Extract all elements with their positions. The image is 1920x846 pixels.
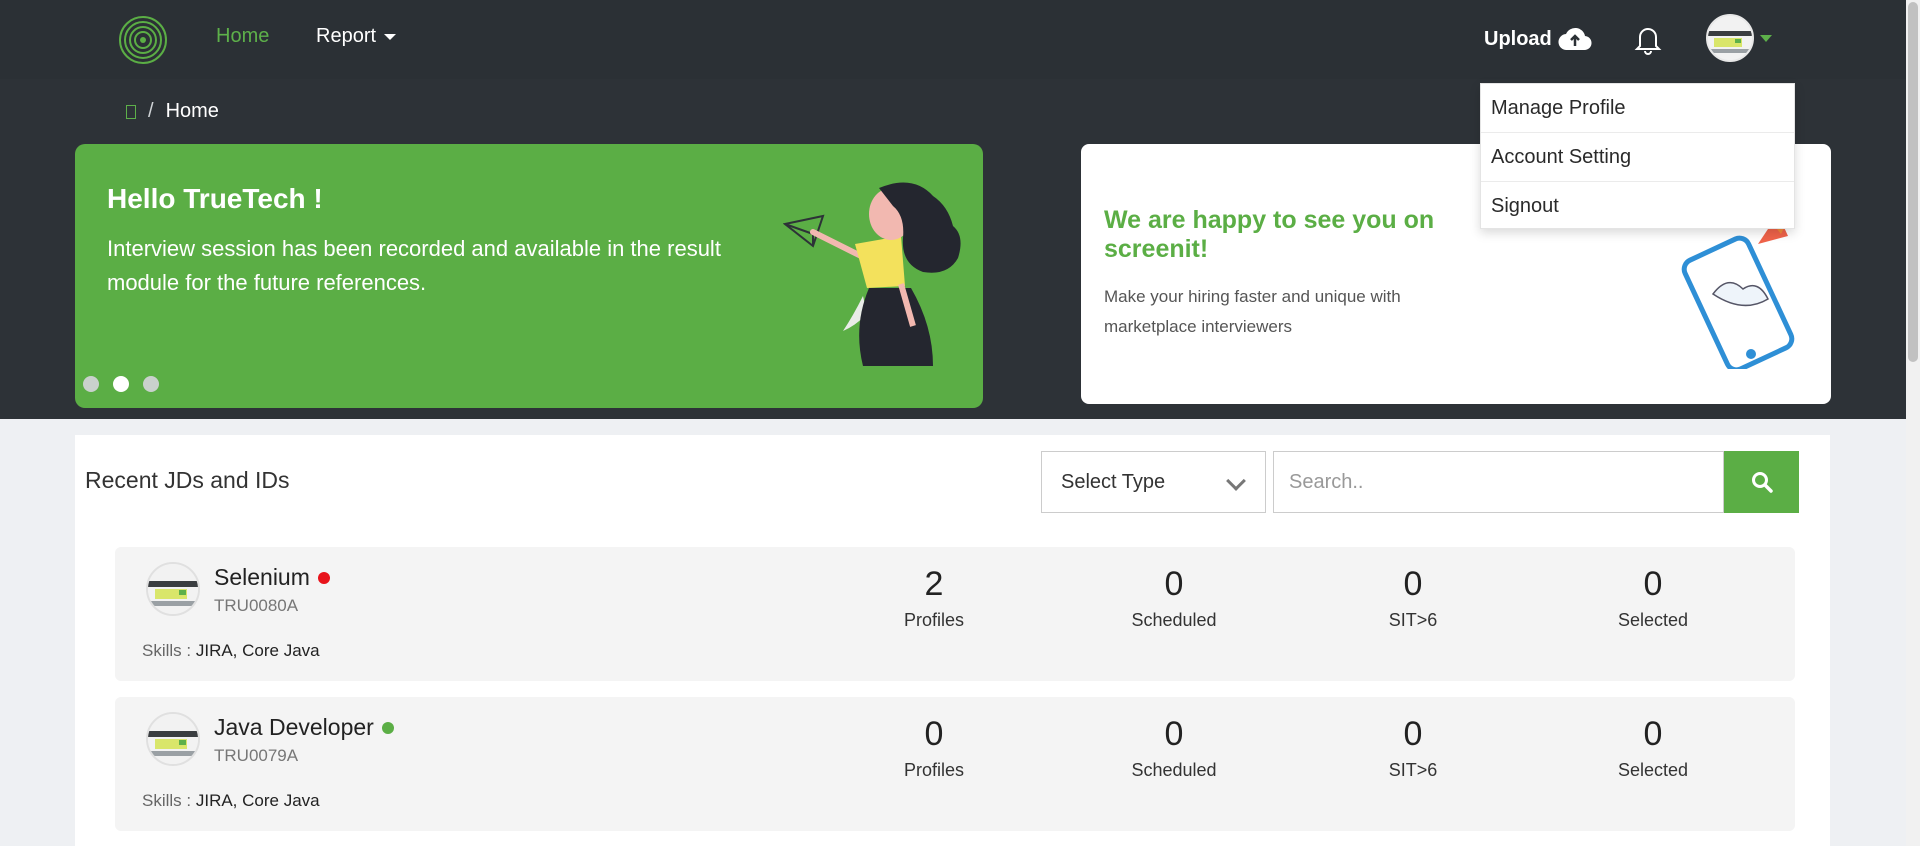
hero-banner: Hello TrueTech ! Interview session has b… <box>75 144 983 408</box>
stat-value: 2 <box>924 565 944 603</box>
stat-value: 0 <box>1164 565 1184 603</box>
breadcrumb: / Home <box>126 100 219 123</box>
skills-value: JIRA, Core Java <box>195 641 320 660</box>
avatar-image <box>1708 16 1752 60</box>
bell-icon[interactable] <box>1634 24 1662 56</box>
carousel-dots <box>83 376 159 392</box>
stat-label: Scheduled <box>1131 610 1217 630</box>
stat-sit[interactable]: 0 SIT>6 <box>1348 715 1478 781</box>
skills-label: Skills : <box>142 791 196 810</box>
job-skills: Skills : JIRA, Core Java <box>142 641 320 661</box>
stat-scheduled[interactable]: 0 Scheduled <box>1109 715 1239 781</box>
home-icon[interactable] <box>126 104 136 119</box>
stat-scheduled[interactable]: 0 Scheduled <box>1109 565 1239 631</box>
stat-label: SIT>6 <box>1388 760 1438 780</box>
stat-label: Scheduled <box>1131 760 1217 780</box>
skills-label: Skills : <box>142 641 196 660</box>
job-skills: Skills : JIRA, Core Java <box>142 791 320 811</box>
profile-dropdown-menu: Manage Profile Account Setting Signout <box>1480 83 1795 229</box>
recent-jds-panel: Recent JDs and IDs Select Type Selenium … <box>75 435 1830 846</box>
menu-item-signout[interactable]: Signout <box>1481 182 1794 231</box>
chevron-down-icon <box>1226 471 1246 491</box>
nav-report-label: Report <box>316 25 377 47</box>
breadcrumb-separator: / <box>148 100 154 122</box>
job-avatar <box>146 712 200 766</box>
stat-profiles[interactable]: 2 Profiles <box>869 565 999 631</box>
job-title-text: Selenium <box>214 564 310 590</box>
welcome-title: We are happy to see you on screenit! <box>1104 206 1435 263</box>
skills-value: JIRA, Core Java <box>195 791 320 810</box>
status-dot-icon <box>381 721 394 734</box>
stat-value: 0 <box>1643 715 1663 753</box>
welcome-text: Make your hiring faster and unique with … <box>1104 287 1401 336</box>
avatar-chevron-down-icon[interactable] <box>1760 35 1772 42</box>
logo-icon[interactable] <box>118 15 168 65</box>
stat-selected[interactable]: 0 Selected <box>1588 565 1718 631</box>
type-select[interactable]: Select Type <box>1041 451 1266 513</box>
cloud-upload-icon <box>1558 27 1592 51</box>
scrollbar-thumb[interactable] <box>1908 2 1918 362</box>
stat-label: Profiles <box>903 760 965 780</box>
stat-value: 0 <box>1164 715 1184 753</box>
upload-label: Upload <box>1484 27 1552 50</box>
upload-button[interactable]: Upload <box>1484 26 1592 52</box>
menu-item-account-setting[interactable]: Account Setting <box>1481 133 1794 182</box>
job-title-text: Java Developer <box>214 714 374 740</box>
stat-value: 0 <box>924 715 944 753</box>
nav-report-menu[interactable]: Report <box>316 25 397 48</box>
user-avatar[interactable] <box>1706 14 1754 62</box>
job-row[interactable]: Selenium TRU0080A Skills : JIRA, Core Ja… <box>115 547 1795 681</box>
breadcrumb-current: Home <box>165 100 219 122</box>
stat-value: 0 <box>1403 565 1423 603</box>
menu-item-manage-profile[interactable]: Manage Profile <box>1481 84 1794 133</box>
stat-selected[interactable]: 0 Selected <box>1588 715 1718 781</box>
panel-title: Recent JDs and IDs <box>85 467 290 493</box>
search-button[interactable] <box>1724 451 1799 513</box>
stat-label: Selected <box>1617 610 1689 630</box>
stat-label: Profiles <box>903 610 965 630</box>
stat-label: Selected <box>1617 760 1689 780</box>
job-title[interactable]: Java Developer <box>214 714 394 741</box>
stat-value: 0 <box>1643 565 1663 603</box>
stat-sit[interactable]: 0 SIT>6 <box>1348 565 1478 631</box>
search-icon <box>1751 472 1773 493</box>
woman-paper-plane-illustration <box>783 182 961 366</box>
stat-profiles[interactable]: 0 Profiles <box>869 715 999 781</box>
page-scrollbar[interactable] <box>1906 0 1920 846</box>
carousel-dot-3[interactable] <box>143 376 159 392</box>
stat-value: 0 <box>1403 715 1423 753</box>
hero-title: Hello TrueTech ! <box>107 183 323 214</box>
status-dot-icon <box>317 571 330 584</box>
chevron-down-icon <box>384 33 397 40</box>
job-code: TRU0079A <box>214 746 299 765</box>
search-input[interactable] <box>1273 451 1724 513</box>
job-row[interactable]: Java Developer TRU0079A Skills : JIRA, C… <box>115 697 1795 831</box>
job-code: TRU0080A <box>214 596 299 615</box>
top-navbar: Home Report Upload <box>0 0 1906 79</box>
carousel-dot-1[interactable] <box>83 376 99 392</box>
nav-home-link[interactable]: Home <box>216 25 269 48</box>
carousel-dot-2[interactable] <box>113 376 129 392</box>
job-avatar <box>146 562 200 616</box>
job-title[interactable]: Selenium <box>214 564 330 591</box>
stat-label: SIT>6 <box>1388 610 1438 630</box>
hero-text: Interview session has been recorded and … <box>107 236 721 295</box>
type-select-value: Select Type <box>1061 470 1166 493</box>
